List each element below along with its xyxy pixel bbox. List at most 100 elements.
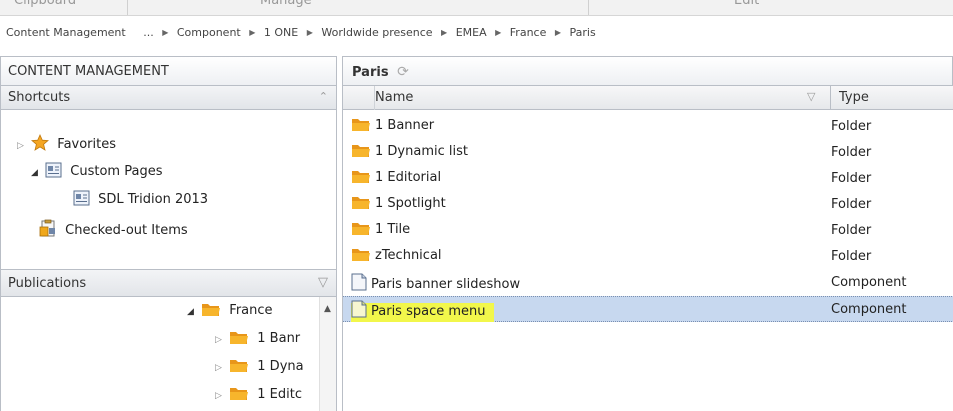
row-name: Paris banner slideshow bbox=[371, 277, 521, 292]
scroll-up-icon[interactable]: ▲ bbox=[324, 304, 331, 314]
expand-arrow-icon[interactable]: ▷ bbox=[17, 136, 27, 156]
row-type: Folder bbox=[831, 145, 872, 160]
shortcuts-header[interactable]: Shortcuts ⌃ bbox=[0, 86, 337, 110]
tree-item-checked-out[interactable]: Checked-out Items bbox=[39, 219, 188, 239]
folder-icon bbox=[351, 117, 371, 136]
expand-arrow-icon[interactable]: ▷ bbox=[215, 386, 225, 406]
highlight: Paris space menu bbox=[351, 300, 494, 322]
list-row[interactable]: zTechnical Folder bbox=[343, 244, 953, 270]
navigation-panel: CONTENT MANAGEMENT Shortcuts ⌃ ▷ Favorit… bbox=[0, 56, 337, 411]
list-row[interactable]: 1 Banner Folder bbox=[343, 114, 953, 140]
ribbon-separator bbox=[127, 0, 128, 15]
row-type: Folder bbox=[831, 119, 872, 134]
breadcrumb-item-component[interactable]: Component bbox=[177, 26, 241, 39]
tree-label: 1 Banr bbox=[257, 331, 301, 346]
row-name: 1 Dynamic list bbox=[375, 144, 468, 159]
breadcrumb-separator-icon: ▶ bbox=[441, 28, 448, 37]
tree-label: Checked-out Items bbox=[65, 223, 188, 238]
row-type: Component bbox=[831, 275, 907, 290]
refresh-icon[interactable]: ⟳ bbox=[397, 64, 409, 80]
list-view: Paris ⟳ Name ▽ Type 1 Banner Folder 1 Dy… bbox=[342, 56, 953, 411]
ribbon-group-edit[interactable]: Edit bbox=[734, 0, 759, 8]
column-header-name[interactable]: Name bbox=[375, 90, 413, 105]
breadcrumb: Content Management ... ▶ Component ▶ 1 O… bbox=[0, 16, 953, 46]
row-name: Paris space menu bbox=[371, 304, 486, 319]
row-name: 1 Banner bbox=[375, 118, 435, 133]
column-header-type[interactable]: Type bbox=[839, 90, 869, 105]
breadcrumb-separator-icon: ▶ bbox=[306, 28, 313, 37]
collapse-arrow-icon[interactable]: ◢ bbox=[187, 302, 197, 322]
ribbon-group-clipboard[interactable]: Clipboard bbox=[14, 0, 76, 8]
checked-out-icon bbox=[39, 219, 57, 244]
row-type: Component bbox=[831, 302, 907, 317]
list-row[interactable]: 1 Editorial Folder bbox=[343, 166, 953, 192]
panel-title: CONTENT MANAGEMENT bbox=[0, 56, 337, 86]
breadcrumb-separator-icon: ▶ bbox=[554, 28, 562, 37]
tree-item-france[interactable]: ◢ France bbox=[187, 301, 273, 321]
breadcrumb-item-1-one[interactable]: 1 ONE bbox=[264, 26, 298, 39]
ribbon-group-manage[interactable]: Manage bbox=[260, 0, 312, 8]
folder-icon bbox=[229, 358, 249, 380]
row-type: Folder bbox=[831, 223, 872, 238]
vertical-scrollbar[interactable]: ▲ bbox=[319, 297, 336, 411]
tree-item-custom-pages[interactable]: ◢ Custom Pages bbox=[31, 162, 162, 182]
publications-header[interactable]: Publications ▽ bbox=[0, 269, 337, 297]
collapse-arrow-icon[interactable]: ◢ bbox=[31, 163, 41, 183]
publications-tree: ◢ France ▷ 1 Banr ▷ 1 Dyna ▷ 1 Editc ▲ bbox=[0, 297, 337, 411]
row-name: 1 Spotlight bbox=[375, 196, 446, 211]
breadcrumb-ellipsis[interactable]: ... bbox=[143, 26, 154, 39]
star-icon bbox=[31, 134, 50, 158]
tree-item-favorites[interactable]: ▷ Favorites bbox=[17, 134, 116, 154]
folder-icon bbox=[351, 221, 371, 240]
filter-icon[interactable]: ▽ bbox=[807, 90, 815, 103]
tree-label: Favorites bbox=[57, 137, 117, 152]
tree-label: 1 Dyna bbox=[257, 359, 304, 374]
column-divider[interactable] bbox=[830, 86, 831, 110]
tree-item-1-dynamic[interactable]: ▷ 1 Dyna bbox=[215, 357, 304, 377]
breadcrumb-item-paris[interactable]: Paris bbox=[570, 26, 596, 39]
breadcrumb-separator-icon: ▶ bbox=[249, 28, 256, 37]
breadcrumb-root[interactable]: Content Management bbox=[6, 26, 126, 39]
list-row[interactable]: 1 Dynamic list Folder bbox=[343, 140, 953, 166]
breadcrumb-item-france[interactable]: France bbox=[510, 26, 547, 39]
row-type: Folder bbox=[831, 197, 872, 212]
publications-label: Publications bbox=[8, 276, 87, 291]
filter-icon[interactable]: ▽ bbox=[318, 275, 328, 290]
list-row[interactable]: 1 Spotlight Folder bbox=[343, 192, 953, 218]
list-title: Paris bbox=[352, 65, 389, 80]
breadcrumb-separator-icon: ▶ bbox=[162, 28, 169, 37]
tree-item-1-banner[interactable]: ▷ 1 Banr bbox=[215, 329, 300, 349]
column-headers: Name ▽ Type bbox=[343, 86, 953, 110]
breadcrumb-item-worldwide[interactable]: Worldwide presence bbox=[321, 26, 432, 39]
row-name: 1 Editorial bbox=[375, 170, 442, 185]
row-type: Folder bbox=[831, 171, 872, 186]
folder-icon bbox=[351, 195, 371, 214]
tree-label: Custom Pages bbox=[70, 164, 163, 179]
expand-arrow-icon[interactable]: ▷ bbox=[215, 358, 225, 378]
collapse-icon[interactable]: ⌃ bbox=[319, 90, 328, 103]
component-icon bbox=[351, 300, 367, 322]
breadcrumb-item-emea[interactable]: EMEA bbox=[456, 26, 487, 39]
folder-icon bbox=[351, 169, 371, 188]
shortcuts-label: Shortcuts bbox=[8, 90, 71, 105]
ribbon-separator bbox=[588, 0, 589, 15]
custom-page-icon bbox=[73, 190, 90, 213]
tree-label: SDL Tridion 2013 bbox=[98, 192, 209, 207]
folder-icon bbox=[229, 386, 249, 408]
tree-item-1-editorial[interactable]: ▷ 1 Editc bbox=[215, 385, 302, 405]
breadcrumb-separator-icon: ▶ bbox=[495, 28, 502, 37]
tree-label: France bbox=[229, 303, 273, 318]
component-icon bbox=[351, 273, 367, 295]
list-row-selected[interactable]: Paris space menu Component bbox=[343, 296, 953, 322]
folder-icon bbox=[351, 143, 371, 162]
row-name: zTechnical bbox=[375, 248, 442, 263]
ribbon-toolbar: Clipboard Manage Edit bbox=[0, 0, 953, 16]
list-row[interactable]: 1 Tile Folder bbox=[343, 218, 953, 244]
list-row[interactable]: Paris banner slideshow Component bbox=[343, 270, 953, 296]
folder-icon bbox=[351, 247, 371, 266]
select-column[interactable] bbox=[343, 86, 375, 110]
tree-item-sdl-tridion[interactable]: SDL Tridion 2013 bbox=[73, 190, 208, 210]
expand-arrow-icon[interactable]: ▷ bbox=[215, 330, 225, 350]
list-header: Paris ⟳ bbox=[343, 56, 953, 86]
folder-icon bbox=[229, 330, 249, 352]
